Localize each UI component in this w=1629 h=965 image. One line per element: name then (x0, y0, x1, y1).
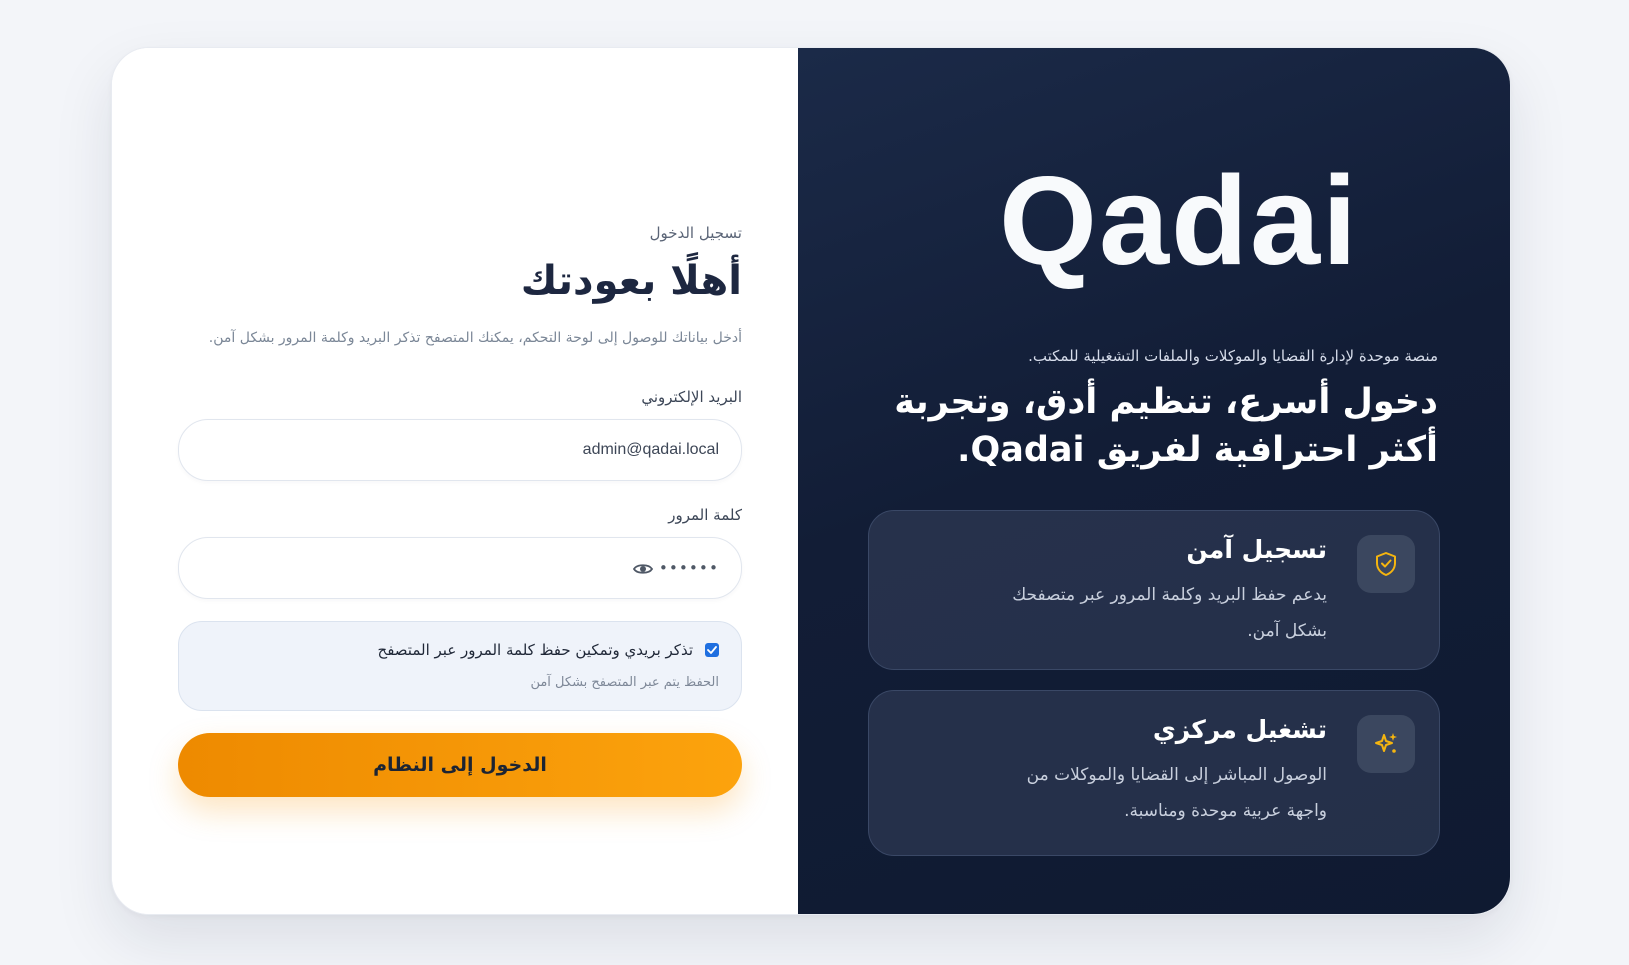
login-description: أدخل بياناتك للوصول إلى لوحة التحكم، يمك… (208, 330, 742, 346)
login-button[interactable]: الدخول إلى النظام (178, 733, 742, 797)
email-field-wrapper (178, 419, 742, 481)
remember-me-row[interactable]: تذكر بريدي وتمكين حفظ كلمة المرور عبر ال… (201, 640, 719, 660)
password-field[interactable]: •••••• (632, 559, 719, 577)
password-field-wrapper[interactable]: •••••• (178, 537, 742, 599)
login-form-panel: تسجيل الدخول أهلًا بعودتك أدخل بياناتك ل… (112, 48, 799, 914)
password-label: كلمة المرور (668, 506, 742, 524)
email-label: البريد الإلكتروني (641, 388, 742, 406)
brand-panel: Qadai منصة موحدة لإدارة القضايا والموكلا… (798, 48, 1510, 914)
sparkles-icon (1357, 715, 1416, 773)
feature-card-secure-login: تسجيل آمن يدعم حفظ البريد وكلمة المرور ع… (868, 510, 1441, 670)
feature-card-central-ops: تشغيل مركزي الوصول المباشر إلى القضايا و… (868, 690, 1441, 856)
brand-headline: دخول أسرع، تنظيم أدق، وتجربة أكثر احتراف… (894, 382, 1438, 470)
page-title: أهلًا بعودتك (520, 258, 742, 304)
feature-title: تشغيل مركزي (1152, 715, 1328, 744)
remember-checkbox[interactable] (705, 643, 719, 657)
password-mask: •••••• (658, 559, 719, 577)
email-field[interactable] (201, 441, 719, 459)
remember-hint: الحفظ يتم عبر المتصفح بشكل آمن (530, 675, 719, 690)
login-eyebrow: تسجيل الدخول (649, 224, 742, 242)
eye-icon[interactable] (632, 561, 653, 575)
brand-tagline: منصة موحدة لإدارة القضايا والموكلات والم… (1028, 347, 1438, 365)
login-card: تسجيل الدخول أهلًا بعودتك أدخل بياناتك ل… (111, 47, 1511, 915)
remember-me-box: تذكر بريدي وتمكين حفظ كلمة المرور عبر ال… (178, 621, 742, 711)
brand-logo: Qadai (998, 150, 1360, 291)
login-form: تسجيل الدخول أهلًا بعودتك أدخل بياناتك ل… (178, 223, 742, 797)
feature-description: الوصول المباشر إلى القضايا والموكلات من … (1026, 765, 1328, 821)
remember-label[interactable]: تذكر بريدي وتمكين حفظ كلمة المرور عبر ال… (378, 640, 693, 660)
shield-check-icon (1357, 535, 1416, 593)
feature-description: يدعم حفظ البريد وكلمة المرور عبر متصفحك … (1012, 585, 1328, 641)
feature-title: تسجيل آمن (1186, 535, 1328, 564)
